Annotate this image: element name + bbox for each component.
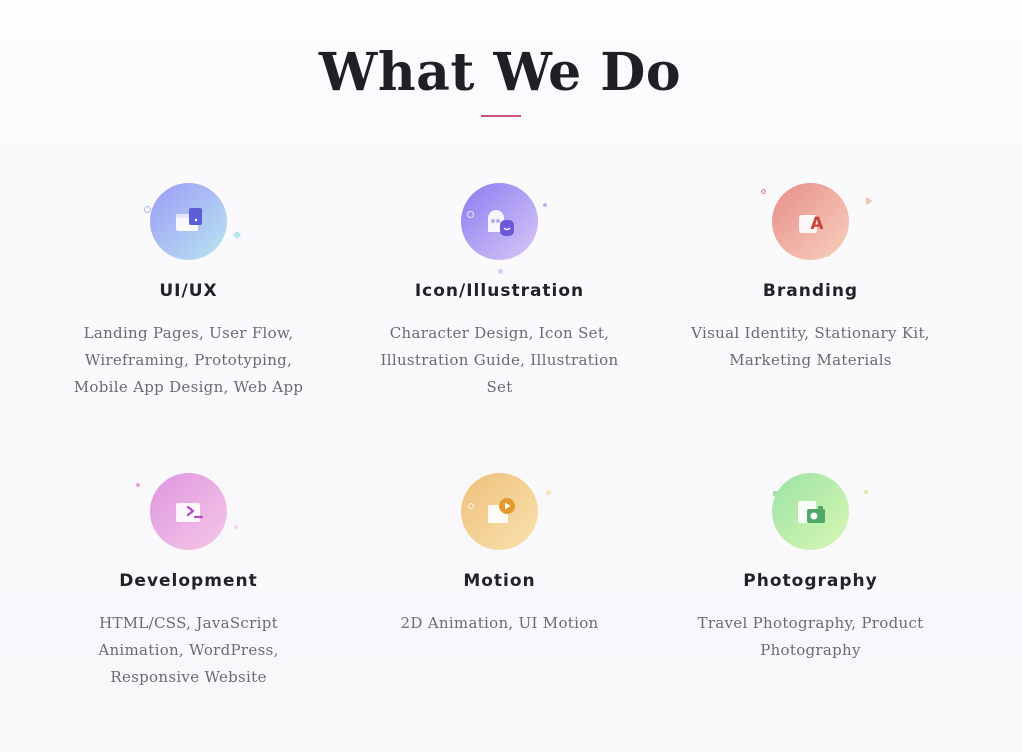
service-icon-wrap: A [760,183,873,269]
service-card-photography: Photography Travel Photography, Product … [655,473,966,752]
service-title: Development [119,571,258,591]
service-card-icon-illustration: Icon/Illustration Character Design, Icon… [344,183,655,473]
service-icon-wrap [139,183,241,269]
decor-ring [467,211,474,218]
decor-ring [143,206,151,213]
camera-icon [772,473,849,550]
section-title: What We Do [318,42,682,103]
illustration-icon [461,183,538,260]
services-grid: UI/UX Landing Pages, User Flow, Wirefram… [33,183,967,752]
service-card-ui-ux: UI/UX Landing Pages, User Flow, Wirefram… [33,183,344,473]
service-description: Character Design, Icon Set, Illustration… [380,324,619,396]
service-icon-wrap [450,473,551,559]
service-card-branding: A Branding Visual Identity, Stationary K… [655,183,966,473]
title-underline [481,115,521,117]
decor-dot [542,203,547,207]
decor-dot [497,269,503,274]
decor-dot [545,490,551,495]
service-icon-wrap [761,473,868,559]
service-title: Branding [762,281,859,301]
service-description: Visual Identity, Stationary Kit, Marketi… [691,324,930,369]
motion-icon [461,473,538,550]
decor-dot [232,230,241,240]
decor-ring [468,503,474,509]
decor-triangle [865,197,873,205]
service-description: Travel Photography, Product Photography [697,614,924,659]
svg-text:A: A [810,214,824,234]
service-title: UI/UX [159,281,218,301]
service-card-motion: Motion 2D Animation, UI Motion [344,473,655,752]
service-card-development: Development HTML/CSS, JavaScript Animati… [33,473,344,752]
service-description: 2D Animation, UI Motion [400,614,599,632]
service-description: Landing Pages, User Flow, Wireframing, P… [73,324,304,396]
service-icon-wrap [135,473,239,559]
decor-dot [863,490,868,494]
development-icon [150,473,227,550]
decor-dot [135,483,140,487]
service-icon-wrap [450,183,550,274]
ui-ux-icon [150,183,227,260]
branding-icon: A [772,183,849,260]
service-title: Motion [463,571,536,591]
decor-ring [760,189,766,194]
service-title: Photography [743,571,878,591]
decor-dot [233,525,238,529]
service-description: HTML/CSS, JavaScript Animation, WordPres… [98,614,279,686]
service-title: Icon/Illustration [414,281,585,301]
